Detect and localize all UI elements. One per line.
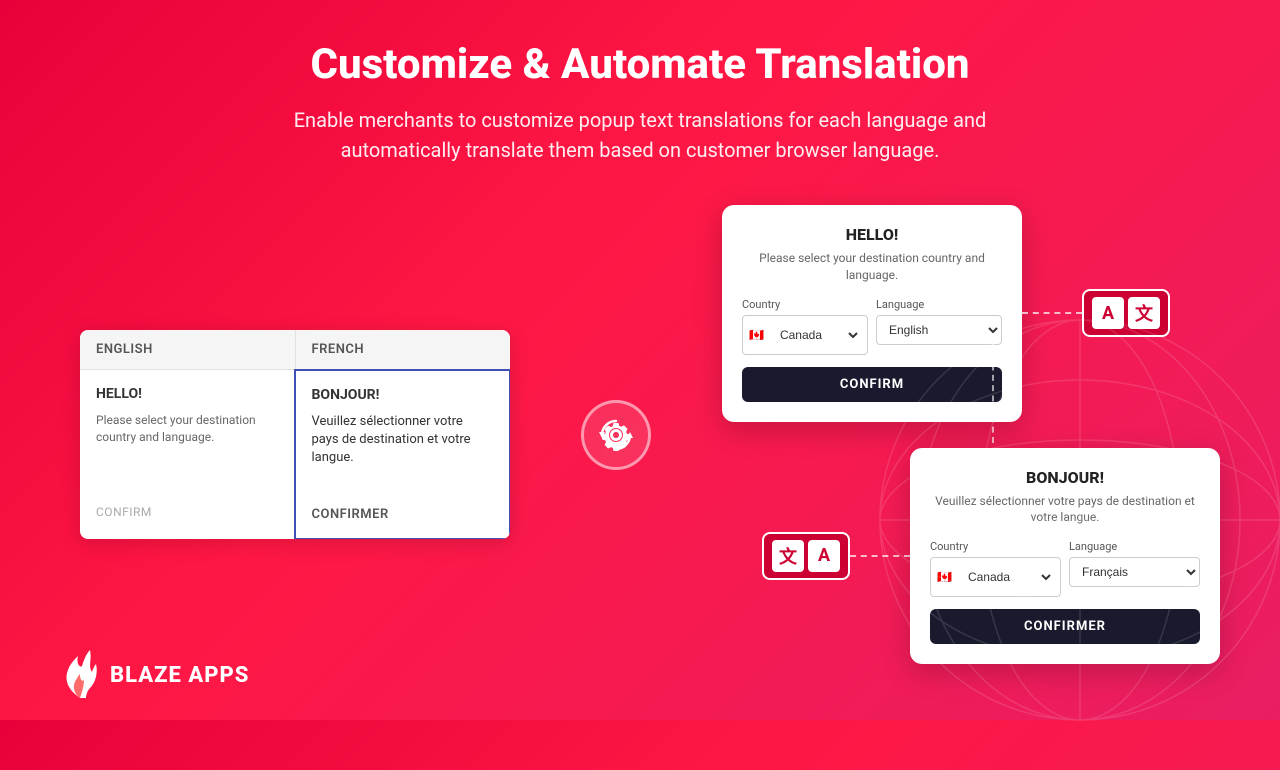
french-hello: BONJOUR!: [312, 387, 494, 403]
english-confirm: CONFIRM: [96, 505, 278, 519]
page-subtitle: Enable merchants to customize popup text…: [240, 105, 1040, 165]
page-title: Customize & Automate Translation: [80, 40, 1200, 89]
logo: BLAZE APPS: [60, 650, 249, 700]
french-confirm: CONFIRMER: [312, 507, 494, 522]
french-body: Veuillez sélectionner votre pays de dest…: [312, 413, 494, 468]
col-english-header: ENGLISH: [80, 330, 296, 370]
canada-flag-icon: 🇨🇦: [749, 328, 764, 342]
english-hello: HELLO!: [96, 386, 278, 402]
flame-icon: [60, 650, 100, 700]
popup-english-title: HELLO!: [742, 225, 1002, 244]
col-french-header: FRENCH: [296, 330, 511, 370]
table-col-english: HELLO! Please select your destination co…: [80, 370, 295, 540]
gear-icon: [581, 400, 651, 470]
gear-section: [581, 400, 651, 470]
table-body: HELLO! Please select your destination co…: [80, 370, 510, 540]
logo-text: BLAZE APPS: [110, 663, 249, 688]
cjk-letter-icon-bottom: 文: [772, 540, 804, 572]
table-col-french: BONJOUR! Veuillez sélectionner votre pay…: [294, 369, 511, 540]
english-body: Please select your destination country a…: [96, 412, 278, 446]
translation-table: ENGLISH FRENCH HELLO! Please select your…: [80, 330, 510, 540]
header: Customize & Automate Translation Enable …: [0, 0, 1280, 185]
globe-decoration: [830, 270, 1280, 770]
table-header: ENGLISH FRENCH: [80, 330, 510, 370]
